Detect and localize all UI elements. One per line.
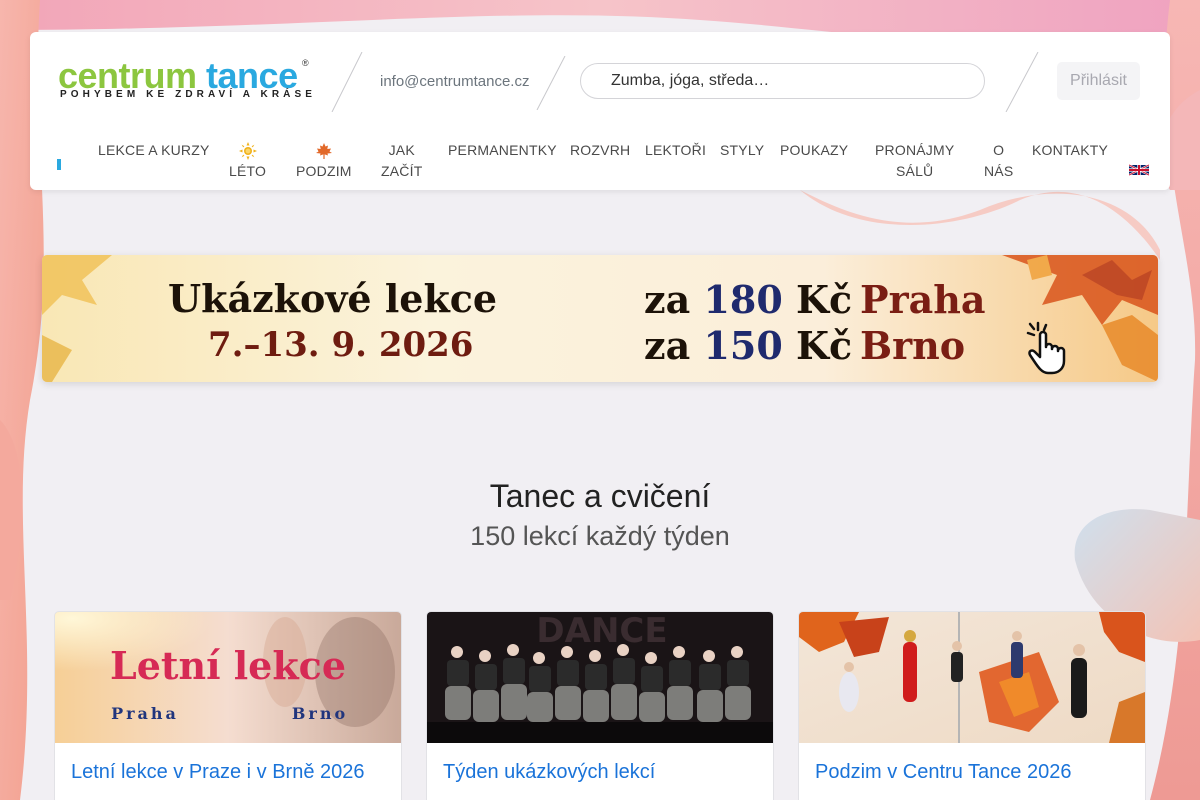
nav-item-label-line2: ZAČÍT	[381, 163, 423, 179]
banner-city-brno: Brno	[860, 323, 966, 368]
card-image-autumn-dancers	[799, 612, 1145, 743]
nav-item-podzim[interactable]: PODZIM	[296, 140, 352, 182]
price-currency: Kč	[782, 277, 853, 322]
banner-price-brno: za 150 Kč	[644, 323, 852, 368]
sun-icon	[229, 140, 266, 161]
nav-item-label: LEKCE A KURZY	[98, 142, 210, 158]
nav-item-label: LÉTO	[229, 163, 267, 179]
card-title[interactable]: Letní lekce v Praze i v Brně 2026	[71, 761, 365, 784]
nav-item-kontakty[interactable]: KONTAKTY	[1032, 140, 1108, 161]
nav-item-poukazy[interactable]: POUKAZY	[780, 140, 848, 161]
card-letni-lekce[interactable]: Letní lekce Praha Brno Letní lekce v Pra…	[54, 611, 402, 800]
nav-item-label-line1: O	[993, 142, 1005, 158]
site-logo[interactable]: centrum tance ® POHYBEM KE ZDRAVÍ A KRÁS…	[58, 58, 318, 108]
uk-flag-icon[interactable]	[1129, 164, 1149, 176]
nav-item-label: PERMANENTKY	[448, 142, 557, 158]
nav-item-jak-zacit[interactable]: JAK ZAČÍT	[381, 140, 422, 182]
card-image-city-praha: Praha	[111, 704, 179, 723]
card-image-city-brno: Brno	[292, 704, 348, 723]
nav-item-label: LEKTOŘI	[645, 142, 707, 158]
nav-item-label: POUKAZY	[780, 142, 849, 158]
price-value: 180	[703, 277, 783, 322]
nav-item-label: ROZVRH	[570, 142, 631, 158]
banner-dates: 7.–13. 9. 2026	[208, 325, 474, 365]
card-title[interactable]: Podzim v Centru Tance 2026	[815, 761, 1071, 784]
maple-leaf-icon	[296, 140, 352, 161]
banner-city-praha: Praha	[860, 277, 986, 322]
site-header: centrum tance ® POHYBEM KE ZDRAVÍ A KRÁS…	[30, 32, 1170, 190]
logo-tagline: POHYBEM KE ZDRAVÍ A KRÁSE	[60, 89, 317, 100]
card-image-title: Letní lekce	[110, 643, 346, 688]
card-title[interactable]: Týden ukázkových lekcí	[443, 761, 655, 784]
nav-item-label: KONTAKTY	[1032, 142, 1109, 158]
divider-slash	[331, 52, 363, 112]
contact-email-link[interactable]: info@centrumtance.cz	[380, 73, 529, 90]
divider-slash	[536, 56, 566, 110]
nav-item-label-line2: NÁS	[984, 163, 1014, 179]
logo-registered-mark: ®	[302, 58, 309, 68]
card-podzim-v-centru-tance[interactable]: Podzim v Centru Tance 2026	[798, 611, 1146, 800]
nav-active-indicator	[57, 159, 61, 170]
section-subtitle: 150 lekcí každý týden	[470, 521, 730, 551]
banner-title: Ukázkové lekce	[168, 276, 498, 321]
nav-item-label-line1: JAK	[388, 142, 415, 158]
nav-item-label-line2: SÁLŮ	[896, 163, 934, 179]
nav-item-lekce-a-kurzy[interactable]: LEKCE A KURZY	[98, 140, 210, 161]
section-title: Tanec a cvičení	[489, 478, 711, 514]
banner-price-praha: za 180 Kč	[644, 277, 852, 322]
nav-item-label-line1: PRONÁJMY	[875, 142, 955, 158]
nav-item-o-nas[interactable]: O NÁS	[984, 140, 1013, 182]
search-input[interactable]	[580, 63, 985, 99]
price-prefix: za	[644, 323, 704, 368]
nav-item-rozvrh[interactable]: ROZVRH	[570, 140, 630, 161]
nav-item-label: STYLY	[720, 142, 765, 158]
divider-slash	[1005, 52, 1039, 112]
nav-item-pronajmy-salu[interactable]: PRONÁJMY SÁLŮ	[875, 140, 954, 182]
header-top-bar: centrum tance ® POHYBEM KE ZDRAVÍ A KRÁS…	[30, 32, 1170, 132]
price-prefix: za	[644, 277, 704, 322]
nav-item-leto[interactable]: LÉTO	[229, 140, 266, 182]
price-currency: Kč	[782, 323, 853, 368]
pointing-hand-icon	[1026, 321, 1066, 375]
nav-item-lektori[interactable]: LEKTOŘI	[645, 140, 706, 161]
price-value: 150	[703, 323, 783, 368]
card-image-backdrop-text: DANCE	[536, 612, 667, 651]
nav-item-permanentky[interactable]: PERMANENTKY	[448, 140, 557, 161]
card-image-letni-lekce: Letní lekce Praha Brno	[55, 612, 401, 743]
card-image-dance-performance: DANCE	[427, 612, 773, 743]
login-button[interactable]: Přihlásit	[1057, 62, 1140, 100]
nav-item-label: PODZIM	[296, 163, 352, 179]
card-tyden-ukazkovych-lekci[interactable]: DANCE Týden ukázkových lekcí	[426, 611, 774, 800]
main-navigation: LEKCE A KURZY LÉTO PODZIM JAK ZAČÍT PERM…	[30, 132, 1170, 190]
promo-banner-ukazkove-lekce[interactable]: Ukázkové lekce 7.–13. 9. 2026 za 180 Kč …	[42, 255, 1158, 382]
nav-item-styly[interactable]: STYLY	[720, 140, 764, 161]
